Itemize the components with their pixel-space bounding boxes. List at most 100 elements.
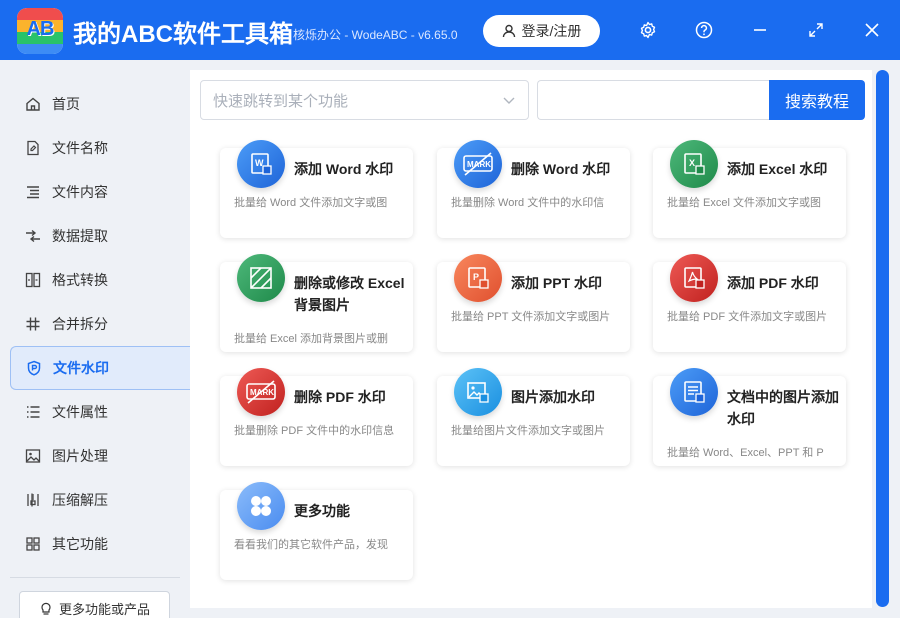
file-content-icon (24, 183, 42, 201)
file-properties-icon (24, 403, 42, 421)
card-title: 删除 Word 水印 (511, 161, 611, 177)
app-subtitle: 核烁办公 - WodeABC - v6.65.0 (293, 28, 458, 42)
merge-split-icon (24, 315, 42, 333)
sidebar-divider (10, 577, 180, 578)
card-add-ppt-watermark[interactable]: P 添加 PPT 水印 批量给 PPT 文件添加文字或图片 (437, 254, 630, 352)
card-excel-background[interactable]: 删除或修改 Excel 背景图片 批量给 Excel 添加背景图片或删 (220, 254, 413, 352)
sidebar-item-format-convert[interactable]: 格式转换 (10, 258, 190, 302)
sidebar-item-file-name[interactable]: 文件名称 (10, 126, 190, 170)
sidebar-item-label: 首页 (52, 96, 80, 112)
sidebar-item-compress[interactable]: 压缩解压 (10, 478, 190, 522)
mark-remove-icon: MARK (454, 140, 502, 188)
settings-gear-icon[interactable] (636, 18, 660, 42)
close-icon[interactable] (860, 18, 884, 42)
card-more-functions[interactable]: 更多功能 看看我们的其它软件产品，发现 (220, 482, 413, 580)
card-add-pdf-watermark[interactable]: 添加 PDF 水印 批量给 PDF 文件添加文字或图片 (653, 254, 846, 352)
sidebar-item-label: 文件属性 (52, 404, 108, 420)
svg-text:MARK: MARK (467, 160, 491, 169)
login-label: 登录/注册 (521, 23, 582, 39)
app-logo: AB (17, 8, 63, 54)
card-title: 删除 PDF 水印 (294, 389, 386, 405)
card-desc: 批量给 Word 文件添加文字或图 (234, 197, 388, 209)
app-title: 我的ABC软件工具箱 (73, 21, 293, 48)
sidebar-item-label: 数据提取 (52, 228, 108, 244)
sidebar-item-file-content[interactable]: 文件内容 (10, 170, 190, 214)
image-process-icon (24, 447, 42, 465)
card-desc: 批量给 PDF 文件添加文字或图片 (667, 311, 828, 323)
more-products-label: 更多功能或产品 (58, 601, 150, 617)
format-convert-icon (24, 271, 42, 289)
card-title: 添加 PDF 水印 (727, 275, 819, 291)
image-watermark-icon (454, 368, 502, 416)
card-title: 添加 Excel 水印 (727, 161, 828, 177)
search-input[interactable] (537, 80, 771, 120)
card-title: 删除或修改 Excel 背景图片 (294, 275, 405, 313)
sidebar-item-file-properties[interactable]: 文件属性 (10, 390, 190, 434)
sidebar-item-label: 文件水印 (53, 360, 109, 376)
card-add-excel-watermark[interactable]: X 添加 Excel 水印 批量给 Excel 文件添加文字或图 (653, 140, 846, 238)
doc-image-watermark-icon (670, 368, 718, 416)
sidebar-item-watermark[interactable]: 文件水印 (10, 346, 190, 390)
vertical-scrollbar[interactable] (876, 70, 889, 607)
card-desc: 批量删除 PDF 文件中的水印信息 (234, 425, 395, 437)
main-panel: 快速跳转到某个功能 搜索教程 W 添加 Word 水印 批量给 Word 文件添… (190, 70, 872, 608)
sidebar-item-other-functions[interactable]: 其它功能 (10, 522, 190, 566)
logo-text: AB (26, 18, 55, 40)
card-remove-pdf-watermark[interactable]: MARK 删除 PDF 水印 批量删除 PDF 文件中的水印信息 (220, 368, 413, 466)
card-title: 更多功能 (294, 503, 350, 519)
sidebar-item-image-process[interactable]: 图片处理 (10, 434, 190, 478)
search-tutorial-button[interactable]: 搜索教程 (769, 80, 865, 120)
user-icon (502, 24, 515, 38)
word-icon: W (237, 140, 285, 188)
pdf-icon (670, 254, 718, 302)
quick-jump-placeholder: 快速跳转到某个功能 (213, 92, 349, 110)
svg-text:X: X (689, 158, 695, 168)
svg-text:P: P (473, 272, 479, 282)
other-functions-icon (24, 535, 42, 553)
compress-icon (24, 491, 42, 509)
card-desc: 批量给 PPT 文件添加文字或图片 (451, 311, 611, 323)
sidebar-item-label: 文件名称 (52, 140, 108, 156)
svg-text:MARK: MARK (250, 388, 274, 397)
card-desc: 批量给 Excel 添加背景图片或删 (234, 333, 389, 345)
more-grid-icon (237, 482, 285, 530)
sidebar-item-data-extract[interactable]: 数据提取 (10, 214, 190, 258)
login-button[interactable]: 登录/注册 (483, 15, 600, 47)
card-desc: 批量删除 Word 文件中的水印信 (451, 197, 605, 209)
card-remove-word-watermark[interactable]: MARK 删除 Word 水印 批量删除 Word 文件中的水印信 (437, 140, 630, 238)
sidebar-item-merge-split[interactable]: 合并拆分 (10, 302, 190, 346)
maximize-icon[interactable] (804, 18, 828, 42)
card-add-word-watermark[interactable]: W 添加 Word 水印 批量给 Word 文件添加文字或图 (220, 140, 413, 238)
minimize-icon[interactable] (748, 18, 772, 42)
watermark-shield-icon (25, 359, 43, 377)
card-doc-image-watermark[interactable]: 文档中的图片添加水印 批量给 Word、Excel、PPT 和 P (653, 368, 846, 466)
card-desc: 看看我们的其它软件产品，发现 (234, 539, 388, 551)
card-desc: 批量给 Word、Excel、PPT 和 P (667, 447, 824, 459)
card-image-watermark[interactable]: 图片添加水印 批量给图片文件添加文字或图片 (437, 368, 630, 466)
card-desc: 批量给图片文件添加文字或图片 (451, 425, 605, 437)
file-name-icon (24, 139, 42, 157)
excel-background-icon (237, 254, 285, 302)
card-title: 文档中的图片添加水印 (727, 389, 839, 427)
sidebar-item-label: 其它功能 (52, 536, 108, 552)
chevron-down-icon (503, 97, 515, 104)
sidebar-item-home[interactable]: 首页 (10, 82, 190, 126)
more-products-button[interactable]: 更多功能或产品 (19, 591, 170, 618)
title-bar: AB 我的ABC软件工具箱 核烁办公 - WodeABC - v6.65.0 登… (0, 0, 900, 60)
ppt-icon: P (454, 254, 502, 302)
home-icon (24, 95, 42, 113)
sidebar: 首页 文件名称 文件内容 数据提取 格式转换 合并拆分 文件水印 文件属性 图片… (0, 60, 190, 618)
sidebar-item-label: 文件内容 (52, 184, 108, 200)
quick-jump-select[interactable]: 快速跳转到某个功能 (200, 80, 529, 120)
excel-icon: X (670, 140, 718, 188)
sidebar-item-label: 压缩解压 (52, 492, 108, 508)
bulb-icon (41, 602, 51, 615)
sidebar-item-label: 格式转换 (52, 272, 108, 288)
card-desc: 批量给 Excel 文件添加文字或图 (667, 197, 822, 209)
card-title: 添加 Word 水印 (294, 161, 394, 177)
help-icon[interactable] (692, 18, 716, 42)
sidebar-item-label: 合并拆分 (52, 316, 108, 332)
card-title: 添加 PPT 水印 (511, 275, 603, 291)
pdf-mark-remove-icon: MARK (237, 368, 285, 416)
card-title: 图片添加水印 (511, 389, 595, 405)
